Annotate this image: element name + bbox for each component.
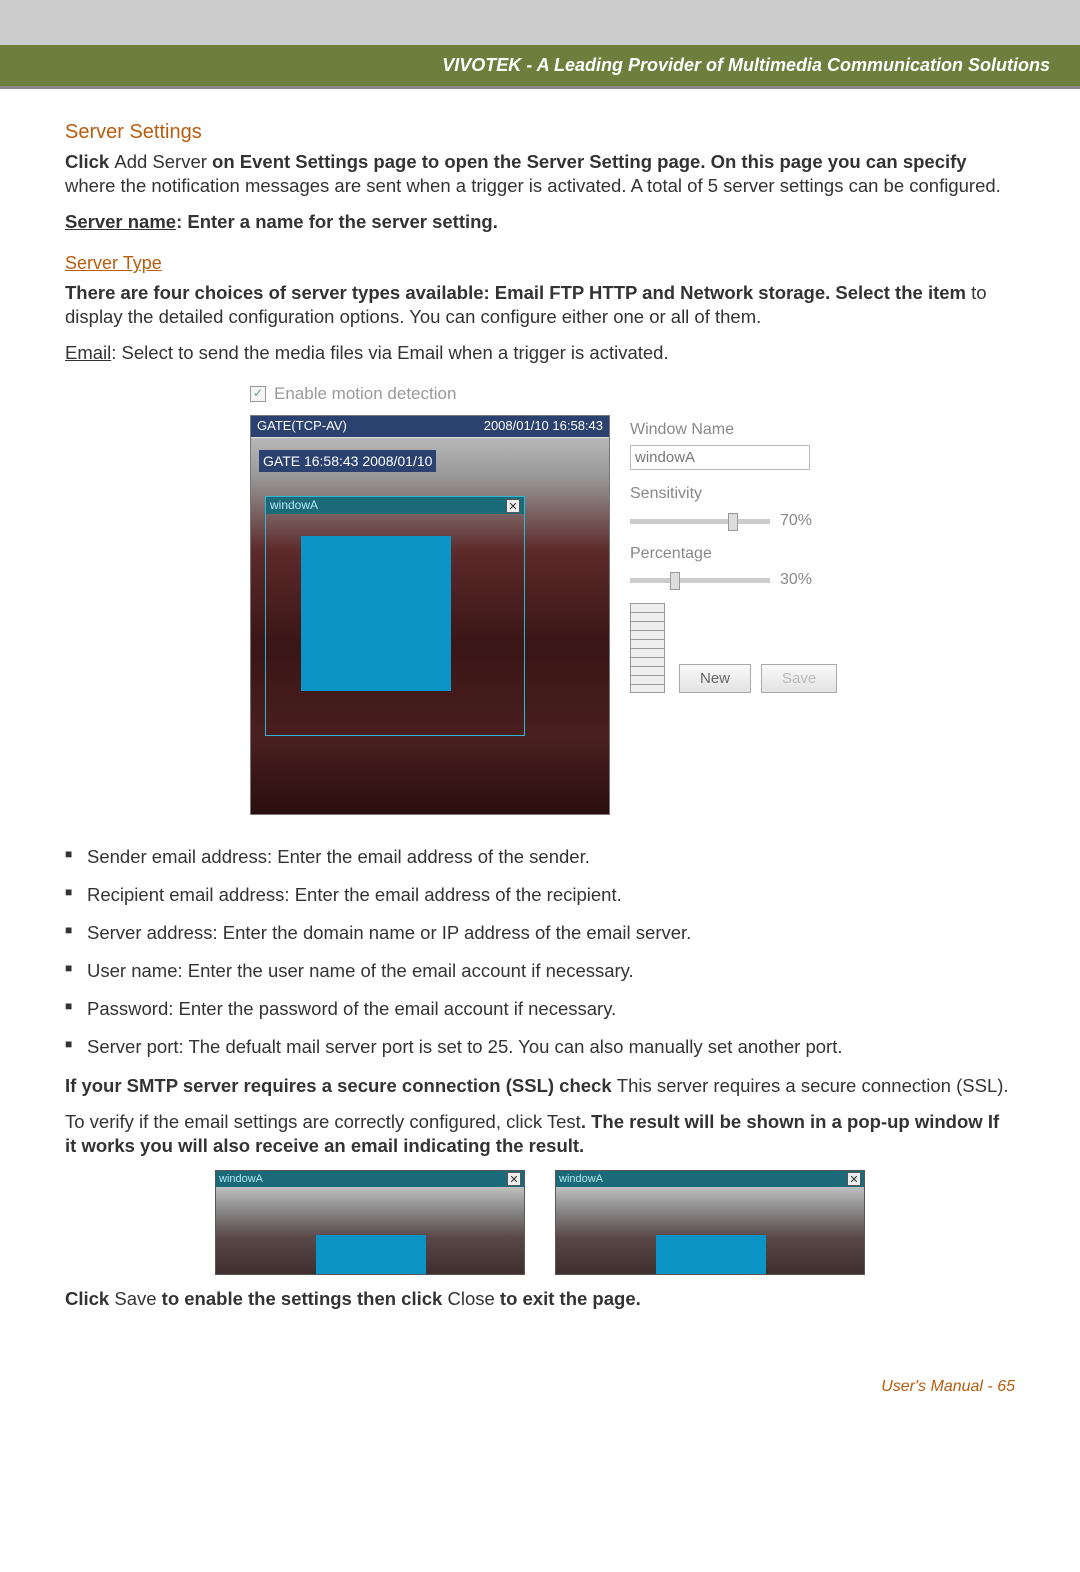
preview-title-bar: GATE(TCP-AV) 2008/01/10 16:58:43 bbox=[251, 416, 609, 437]
new-button[interactable]: New bbox=[679, 664, 751, 693]
ssl-paragraph: If your SMTP server requires a secure co… bbox=[65, 1074, 1015, 1098]
enable-motion-checkbox[interactable]: ✓ bbox=[250, 386, 266, 402]
window-name-input[interactable]: windowA bbox=[630, 445, 810, 471]
server-name-line: Server name: Enter a name for the server… bbox=[65, 210, 1015, 234]
enable-motion-label: Enable motion detection bbox=[274, 383, 456, 405]
types-bold: There are four choices of server types a… bbox=[65, 282, 971, 303]
verify-paragraph: To verify if the email settings are corr… bbox=[65, 1110, 1015, 1158]
motion-highlight bbox=[301, 536, 451, 691]
section-title: Server Settings bbox=[65, 119, 1015, 145]
footer-text: User's Manual - 65 bbox=[881, 1378, 1015, 1395]
intro-b2: on Event Settings page to open the Serve… bbox=[212, 151, 967, 172]
motion-ui-panel: ✓ Enable motion detection GATE(TCP-AV) 2… bbox=[240, 377, 840, 827]
closing-b3: to exit the page. bbox=[500, 1288, 641, 1309]
preview-title-right: 2008/01/10 16:58:43 bbox=[484, 418, 603, 435]
email-fields-list: Sender email address: Enter the email ad… bbox=[65, 845, 1015, 1059]
email-label: Email bbox=[65, 342, 111, 363]
email-line: Email: Select to send the media files vi… bbox=[65, 341, 1015, 365]
closing-b1: Click bbox=[65, 1288, 114, 1309]
close-icon[interactable]: ✕ bbox=[506, 499, 520, 513]
test-highlight bbox=[656, 1235, 766, 1275]
sensitivity-label: Sensitivity bbox=[630, 484, 837, 505]
test-result-window-1: windowA ✕ bbox=[215, 1170, 525, 1275]
types-paragraph: There are four choices of server types a… bbox=[65, 281, 1015, 329]
bullet-password: Password: Enter the password of the emai… bbox=[65, 997, 1015, 1021]
bullet-server-port: Server port: The defualt mail server por… bbox=[65, 1035, 1015, 1059]
sensitivity-slider[interactable] bbox=[630, 519, 770, 524]
email-text: : Select to send the media files via Ema… bbox=[111, 342, 668, 363]
ssl-plain: This server requires a secure connection… bbox=[617, 1075, 1009, 1096]
server-name-text: : Enter a name for the server setting. bbox=[176, 211, 498, 232]
bullet-username: User name: Enter the user name of the em… bbox=[65, 959, 1015, 983]
intro-b1: Click bbox=[65, 151, 114, 172]
close-icon[interactable]: ✕ bbox=[507, 1172, 521, 1186]
closing-paragraph: Click Save to enable the settings then c… bbox=[65, 1287, 1015, 1311]
closing-b2: to enable the settings then click bbox=[162, 1288, 448, 1309]
preview-title-left: GATE(TCP-AV) bbox=[257, 418, 347, 435]
test-result-window-2: windowA ✕ bbox=[555, 1170, 865, 1275]
bullet-server-address: Server address: Enter the domain name or… bbox=[65, 921, 1015, 945]
percentage-slider[interactable] bbox=[630, 578, 770, 583]
preview-frame: GATE(TCP-AV) 2008/01/10 16:58:43 GATE 16… bbox=[250, 415, 610, 815]
intro-p1: Add Server bbox=[114, 151, 212, 172]
closing-p2: Close bbox=[447, 1288, 499, 1309]
server-type-title: Server Type bbox=[65, 252, 1015, 275]
percentage-label: Percentage bbox=[630, 544, 837, 565]
test-win1-title: windowA bbox=[219, 1172, 263, 1186]
test-highlight bbox=[316, 1235, 426, 1275]
percentage-value: 30% bbox=[780, 570, 812, 591]
intro-paragraph: Click Add Server on Event Settings page … bbox=[65, 150, 1015, 198]
bullet-sender: Sender email address: Enter the email ad… bbox=[65, 845, 1015, 869]
close-icon[interactable]: ✕ bbox=[847, 1172, 861, 1186]
brand-text: VIVOTEK - A Leading Provider of Multimed… bbox=[442, 55, 1050, 75]
closing-p1: Save bbox=[114, 1288, 161, 1309]
overlay-text: GATE 16:58:43 2008/01/10 bbox=[259, 450, 436, 472]
server-name-label: Server name bbox=[65, 211, 176, 232]
level-bars bbox=[630, 603, 665, 693]
bullet-recipient: Recipient email address: Enter the email… bbox=[65, 883, 1015, 907]
intro-p2: where the notification messages are sent… bbox=[65, 175, 1001, 196]
sensitivity-value: 70% bbox=[780, 511, 812, 532]
ssl-bold: If your SMTP server requires a secure co… bbox=[65, 1075, 617, 1096]
save-button[interactable]: Save bbox=[761, 664, 837, 693]
verify-plain: To verify if the email settings are corr… bbox=[65, 1111, 581, 1132]
window-name-label: Window Name bbox=[630, 420, 837, 441]
page-header: VIVOTEK - A Leading Provider of Multimed… bbox=[0, 45, 1080, 89]
test-win2-title: windowA bbox=[559, 1172, 603, 1186]
motion-window-title: windowA bbox=[270, 498, 318, 514]
enable-motion-row: ✓ Enable motion detection bbox=[250, 383, 830, 405]
page-footer: User's Manual - 65 bbox=[0, 1353, 1080, 1426]
